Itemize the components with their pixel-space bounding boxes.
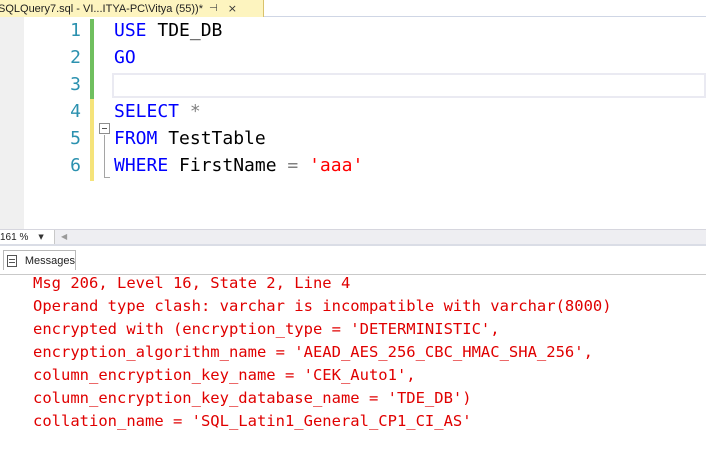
zoom-level: 161 % <box>0 231 29 243</box>
code-token-kw: GO <box>114 47 136 68</box>
code-token-kw: SELECT <box>114 101 180 122</box>
code-token-plain: FirstName <box>168 155 288 176</box>
unsaved-change-marker <box>90 99 94 181</box>
saved-change-marker <box>90 19 94 99</box>
code-line[interactable]: GO <box>114 47 136 68</box>
message-line: Operand type clash: varchar is incompati… <box>33 297 612 315</box>
tab-messages[interactable]: Messages <box>3 250 76 270</box>
results-panel: Messages Msg 206, Level 16, State 2, Lin… <box>0 244 706 455</box>
current-line-highlight <box>112 73 706 98</box>
line-number: 3 <box>70 74 81 95</box>
code-token-plain: TestTable <box>157 128 266 149</box>
code-line[interactable]: FROM TestTable <box>114 128 266 149</box>
code-token-kw: WHERE <box>114 155 169 176</box>
outline-guide-end <box>104 177 110 178</box>
line-number: 4 <box>70 101 81 122</box>
line-number: 6 <box>70 155 81 176</box>
message-line: column_encryption_key_database_name = 'T… <box>33 389 472 407</box>
line-number: 5 <box>70 128 81 149</box>
message-line: Msg 206, Level 16, State 2, Line 4 <box>33 274 351 292</box>
code-token-str: 'aaa' <box>309 155 364 176</box>
document-tab[interactable]: SQLQuery7.sql - VI...ITYA-PC\Vitya (55))… <box>0 0 264 17</box>
code-token-plain: TDE_DB <box>146 20 223 41</box>
editor-status-strip: 161 % ▼ ◀ <box>0 229 706 244</box>
pin-icon[interactable]: ⊣ <box>209 3 218 14</box>
code-line[interactable]: WHERE FirstName = 'aaa' <box>114 155 363 176</box>
code-token-op: * <box>189 101 201 122</box>
document-tab-title: SQLQuery7.sql - VI...ITYA-PC\Vitya (55))… <box>0 2 203 15</box>
outline-guide <box>104 135 105 177</box>
code-token-kw: FROM <box>114 128 158 149</box>
code-token-kw: USE <box>114 20 147 41</box>
query-editor[interactable]: 1 2 3 4 5 6 USE TDE_DB GO SELECT * FROM … <box>0 17 706 229</box>
line-number: 1 <box>70 20 81 41</box>
scroll-left-icon[interactable]: ◀ <box>61 232 67 241</box>
code-line[interactable]: SELECT * <box>114 101 201 122</box>
close-icon[interactable]: × <box>228 2 237 15</box>
editor-left-margin <box>0 17 24 229</box>
message-line: encrypted with (encryption_type = 'DETER… <box>33 320 500 338</box>
document-tab-bar: SQLQuery7.sql - VI...ITYA-PC\Vitya (55))… <box>0 0 706 17</box>
messages-icon <box>7 254 20 267</box>
message-line: collation_name = 'SQL_Latin1_General_CP1… <box>33 412 472 430</box>
collapse-icon[interactable] <box>99 123 110 134</box>
message-line: encryption_algorithm_name = 'AEAD_AES_25… <box>33 343 593 361</box>
message-line: column_encryption_key_name = 'CEK_Auto1'… <box>33 366 416 384</box>
chevron-down-icon[interactable]: ▼ <box>38 233 43 241</box>
tab-messages-label: Messages <box>24 254 75 267</box>
zoom-dropdown[interactable]: 161 % ▼ <box>0 230 55 244</box>
code-token-op: = <box>287 155 299 176</box>
line-number: 2 <box>70 47 81 68</box>
code-line[interactable]: USE TDE_DB <box>114 20 222 41</box>
results-tab-strip: Messages <box>0 250 706 275</box>
